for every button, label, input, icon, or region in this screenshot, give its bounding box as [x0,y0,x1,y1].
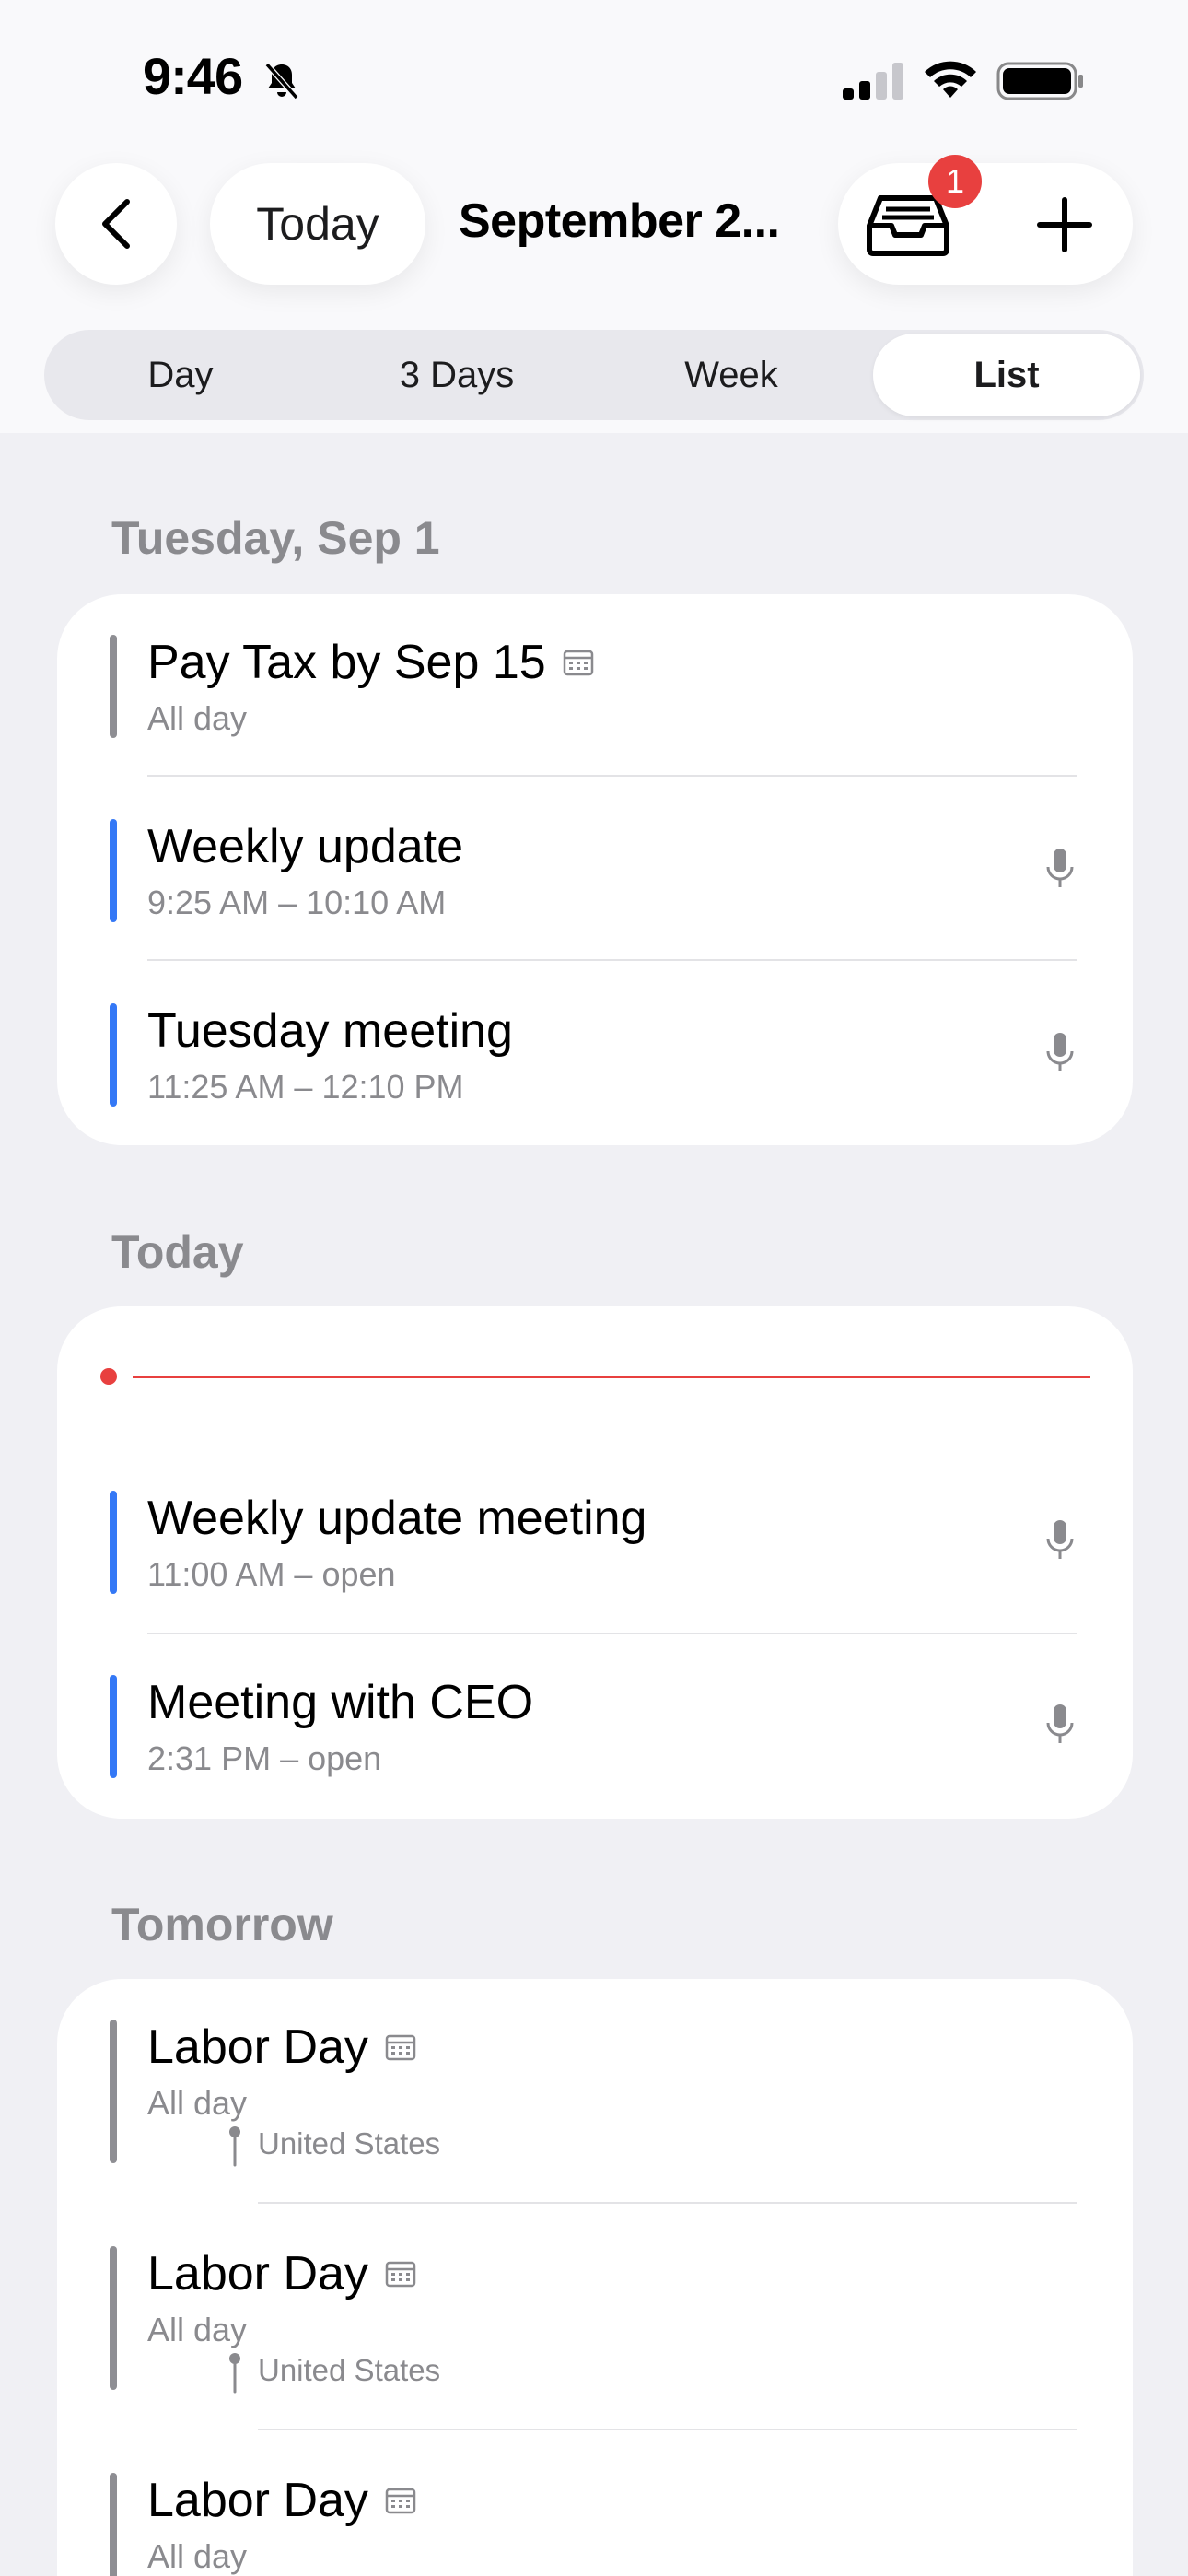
event-row[interactable]: Labor Day All day [57,2432,1133,2576]
calendar-icon [385,2261,416,2288]
event-location: United States [258,2353,441,2387]
event-row[interactable]: Labor Day All day United States [57,2206,1133,2432]
cellular-signal-icon [843,63,903,100]
location-pin-icon [229,2126,240,2167]
bell-muted-icon [264,63,299,100]
current-time-line [133,1376,1090,1378]
event-time: 11:25 AM – 12:10 PM [147,1068,464,1106]
event-color-bar [110,1003,117,1107]
event-row[interactable]: Labor Day All day United States [57,1979,1133,2206]
event-card: Weekly update meeting 11:00 AM – open Me… [57,1306,1133,1819]
event-time: All day [147,2311,248,2348]
microphone-icon [1046,1033,1074,1071]
header-actions [838,163,1133,285]
view-switcher: Day 3 Days Week List [44,330,1144,420]
event-row[interactable]: Weekly update meeting 11:00 AM – open [57,1452,1133,1636]
event-color-bar [110,1491,117,1594]
event-time: All day [147,699,248,737]
event-color-bar [110,819,117,922]
event-row[interactable]: Weekly update 9:25 AM – 10:10 AM [57,779,1133,963]
tab-3-days[interactable]: 3 Days [320,330,593,420]
microphone-icon [1046,1520,1074,1559]
chevron-left-icon [102,199,130,249]
section-title: Today [111,1226,244,1278]
calendar-icon [385,2488,416,2514]
event-color-bar [110,2473,117,2576]
current-time-dot [100,1368,117,1385]
month-title[interactable]: September 2... [459,193,780,249]
event-title: Weekly update [147,820,464,873]
wifi-icon [925,61,976,98]
event-card: Labor Day All day United States Labor Da… [57,1979,1133,2576]
battery-icon [996,62,1083,100]
tab-week[interactable]: Week [595,330,868,420]
event-card: Pay Tax by Sep 15 All day Weekly update … [57,594,1133,1145]
event-title: Meeting with CEO [147,1676,534,1729]
row-divider [258,2202,1077,2204]
event-title: Weekly update meeting [147,1492,647,1545]
event-color-bar [110,2020,117,2163]
event-color-bar [110,2246,117,2390]
calendar-icon [563,650,593,676]
event-time: 11:00 AM – open [147,1555,396,1593]
event-title: Tuesday meeting [147,1004,513,1058]
section-title: Tomorrow [111,1899,333,1950]
tab-day[interactable]: Day [44,330,317,420]
event-title-text: Pay Tax by Sep 15 [147,636,546,689]
status-time: 9:46 [143,47,243,105]
inbox-badge: 1 [928,155,982,208]
calendar-icon [385,2034,416,2061]
event-time: 9:25 AM – 10:10 AM [147,884,447,921]
back-button[interactable] [55,163,177,285]
today-button[interactable]: Today [210,163,425,285]
event-title: Labor Day [147,2473,416,2528]
event-color-bar [110,1675,117,1778]
event-row[interactable]: Meeting with CEO 2:31 PM – open [57,1636,1133,1819]
location-pin-icon [229,2353,240,2394]
add-event-button[interactable] [1036,196,1093,253]
microphone-icon [1046,849,1074,887]
event-color-bar [110,635,117,738]
event-time: 2:31 PM – open [147,1739,382,1777]
event-title: Labor Day [147,2020,416,2075]
row-divider [147,775,1077,777]
event-row[interactable]: Pay Tax by Sep 15 All day [57,594,1133,779]
event-title-text: Labor Day [147,2247,368,2301]
microphone-icon [1046,1704,1074,1743]
row-divider [147,959,1077,961]
event-title: Labor Day [147,2246,416,2301]
event-title-text: Labor Day [147,2474,368,2527]
row-divider [258,2429,1077,2430]
event-time: All day [147,2537,248,2575]
row-divider [147,1633,1077,1634]
section-title: Tuesday, Sep 1 [111,512,440,564]
event-row[interactable]: Tuesday meeting 11:25 AM – 12:10 PM [57,963,1133,1145]
tab-list[interactable]: List [873,334,1140,416]
event-title: Pay Tax by Sep 15 [147,635,594,690]
event-time: All day [147,2084,248,2122]
event-title-text: Labor Day [147,2020,368,2074]
event-location: United States [258,2126,441,2160]
